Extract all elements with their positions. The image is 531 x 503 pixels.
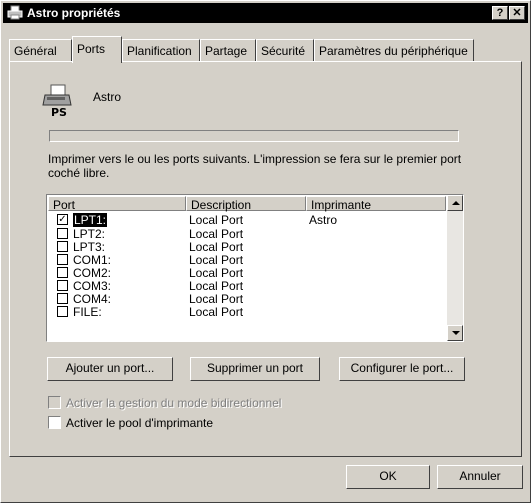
cancel-button[interactable]: Annuler [437, 465, 523, 489]
window-title: Astro propriétés [27, 6, 121, 20]
arrow-up-icon [452, 201, 460, 205]
delete-port-button[interactable]: Supprimer un port [190, 357, 320, 381]
port-description: Local Port [189, 279, 244, 293]
tab-ports[interactable]: Ports [72, 36, 122, 63]
port-row-lpt1[interactable]: ✓ LPT1: Local Port Astro [49, 212, 449, 228]
port-row-lpt3[interactable]: LPT3: Local Port [49, 240, 449, 254]
bidirectional-checkbox[interactable] [48, 396, 61, 409]
port-name: COM4: [73, 292, 112, 306]
port-name: COM2: [73, 266, 112, 280]
vertical-scrollbar[interactable] [447, 195, 463, 341]
port-name: COM1: [73, 253, 112, 267]
port-description: Local Port [189, 292, 244, 306]
port-name: LPT2: [73, 227, 106, 241]
close-button[interactable]: ✕ [509, 6, 525, 20]
port-name: COM3: [73, 279, 112, 293]
properties-dialog: Astro propriétés ? ✕ Général Ports Plani… [0, 0, 531, 503]
port-checkbox[interactable] [57, 267, 68, 278]
scroll-up-button[interactable] [447, 195, 463, 211]
tab-partage[interactable]: Partage [200, 39, 256, 61]
port-printer: Astro [309, 213, 338, 227]
column-header-port[interactable]: Port [48, 196, 186, 212]
port-row-lpt2[interactable]: LPT2: Local Port [49, 227, 449, 241]
printer-pool-label: Activer le pool d'imprimante [66, 416, 214, 430]
port-description: Local Port [189, 227, 244, 241]
arrow-down-icon [452, 331, 460, 335]
ok-button[interactable]: OK [346, 465, 430, 489]
port-checkbox[interactable] [57, 280, 68, 291]
title-bar[interactable]: Astro propriétés ? ✕ [3, 3, 528, 23]
port-checkbox[interactable] [57, 306, 68, 317]
port-checkbox[interactable] [57, 293, 68, 304]
port-list[interactable]: Port Description Imprimante ✓ LPT1: Loca… [46, 194, 464, 342]
instructions-text: Imprimer vers le ou les ports suivants. … [48, 152, 462, 180]
column-header-description[interactable]: Description [186, 196, 306, 212]
svg-text:PS: PS [51, 106, 67, 117]
port-checkbox[interactable] [57, 241, 68, 252]
port-description: Local Port [189, 305, 244, 319]
column-header-printer[interactable]: Imprimante [306, 196, 446, 212]
port-description: Local Port [189, 213, 244, 227]
port-row-com1[interactable]: COM1: Local Port [49, 253, 449, 267]
tab-planification[interactable]: Planification [122, 39, 200, 61]
configure-port-button[interactable]: Configurer le port... [339, 357, 465, 381]
printer-name: Astro [93, 90, 122, 104]
printer-pool-checkbox[interactable] [48, 416, 61, 429]
port-row-com2[interactable]: COM2: Local Port [49, 266, 449, 280]
port-checkbox[interactable] [57, 254, 68, 265]
port-row-file[interactable]: FILE: Local Port [49, 305, 449, 319]
printer-icon [7, 5, 23, 20]
port-checkbox[interactable]: ✓ [57, 214, 68, 225]
bidirectional-label: Activer la gestion du mode bidirectionne… [66, 396, 282, 410]
scroll-down-button[interactable] [447, 325, 463, 341]
port-description: Local Port [189, 240, 244, 254]
add-port-button[interactable]: Ajouter un port... [47, 357, 173, 381]
port-description: Local Port [189, 253, 244, 267]
port-checkbox[interactable] [57, 228, 68, 239]
port-row-com3[interactable]: COM3: Local Port [49, 279, 449, 293]
port-row-com4[interactable]: COM4: Local Port [49, 292, 449, 306]
tab-parametres-peripherique[interactable]: Paramètres du périphérique [314, 39, 474, 61]
tab-securite[interactable]: Sécurité [256, 39, 314, 61]
port-name: FILE: [73, 305, 102, 319]
tab-general[interactable]: Général [9, 39, 72, 61]
port-name: LPT1: [71, 212, 109, 228]
status-bar [49, 130, 459, 142]
port-description: Local Port [189, 266, 244, 280]
printer-ps-icon: PS [42, 84, 72, 117]
help-button[interactable]: ? [492, 6, 508, 20]
port-name: LPT3: [73, 240, 106, 254]
